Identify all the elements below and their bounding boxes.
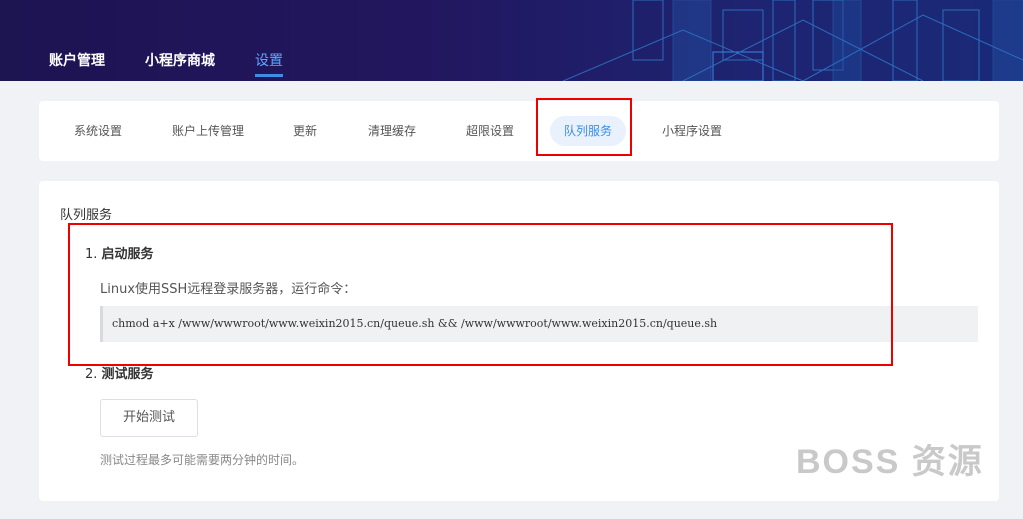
tab-clear-cache[interactable]: 清理缓存 [368,116,416,146]
step-1-heading: 1. 启动服务 [85,243,154,262]
nav-item-mini-program-mall[interactable]: 小程序商城 [145,0,215,81]
ssh-instruction: Linux使用SSH远程登录服务器，运行命令： [100,282,357,297]
start-test-button[interactable]: 开始测试 [100,399,198,437]
step-1-title: 启动服务 [101,247,154,262]
tab-queue-service[interactable]: 队列服务 [550,116,627,146]
nav-item-settings[interactable]: 设置 [255,0,283,81]
test-duration-note: 测试过程最多可能需要两分钟的时间。 [100,453,305,467]
tab-limit-settings[interactable]: 超限设置 [466,116,514,146]
tab-system-settings[interactable]: 系统设置 [74,116,122,146]
command-code-block: chmod a+x /www/wwwroot/www.weixin2015.cn… [100,306,978,342]
step-1-number: 1. [85,247,98,262]
main-nav: 账户管理 小程序商城 设置 [49,0,323,81]
tab-account-upload[interactable]: 账户上传管理 [172,116,244,146]
settings-tabs-card: 系统设置 账户上传管理 更新 清理缓存 超限设置 队列服务 小程序设置 [39,101,999,161]
nav-item-account-management[interactable]: 账户管理 [49,0,105,81]
tab-update[interactable]: 更新 [293,116,317,146]
step-2-title: 测试服务 [101,367,154,382]
panel-title: 队列服务 [60,208,113,223]
step-2-number: 2. [85,367,98,382]
top-header: 账户管理 小程序商城 设置 [0,0,1023,81]
step-2-heading: 2. 测试服务 [85,363,154,382]
tab-mini-program-settings[interactable]: 小程序设置 [662,116,722,146]
watermark: BOSS 资源 [796,443,984,481]
header-grid-decoration [563,0,1023,81]
